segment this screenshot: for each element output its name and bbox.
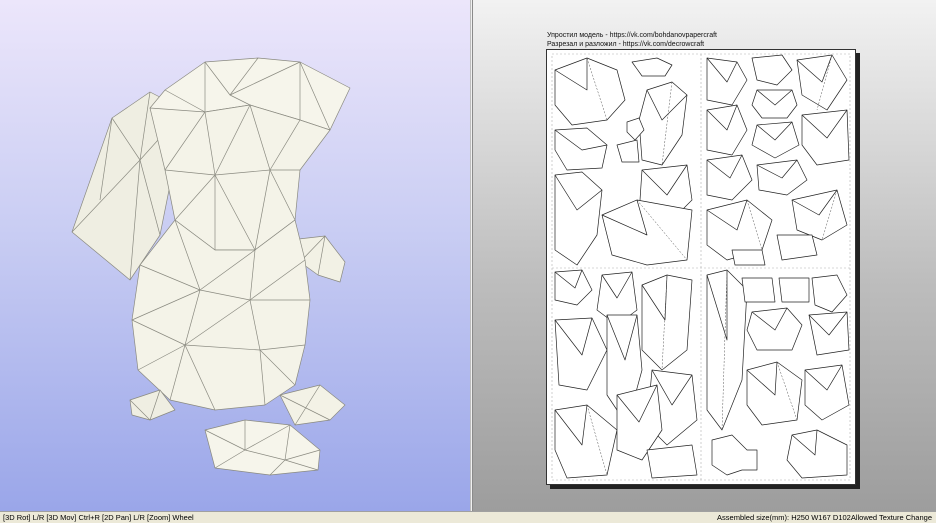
- unfolded-parts: [551, 53, 851, 481]
- status-bar: [3D Rot] L/R [3D Mov] Ctrl+R [2D Pan] L/…: [0, 511, 936, 523]
- credit-line-1: Упростил модель - https://vk.com/bohdano…: [547, 32, 717, 39]
- rabbit-3d-model: [71, 57, 351, 476]
- 3d-model-viewport[interactable]: [0, 0, 470, 511]
- status-controls-hint: [3D Rot] L/R [3D Mov] Ctrl+R [2D Pan] L/…: [3, 513, 194, 522]
- pattern-sheet[interactable]: [546, 49, 856, 485]
- status-assembled-size: Assembled size(mm): H250 W167 D102Allowe…: [717, 513, 932, 522]
- 2d-pattern-viewport[interactable]: Упростил модель - https://vk.com/bohdano…: [473, 0, 936, 511]
- credits-text: Упростил модель - https://vk.com/bohdano…: [547, 31, 717, 49]
- credit-line-2: Разрезал и разложил - https://vk.com/dec…: [547, 41, 705, 48]
